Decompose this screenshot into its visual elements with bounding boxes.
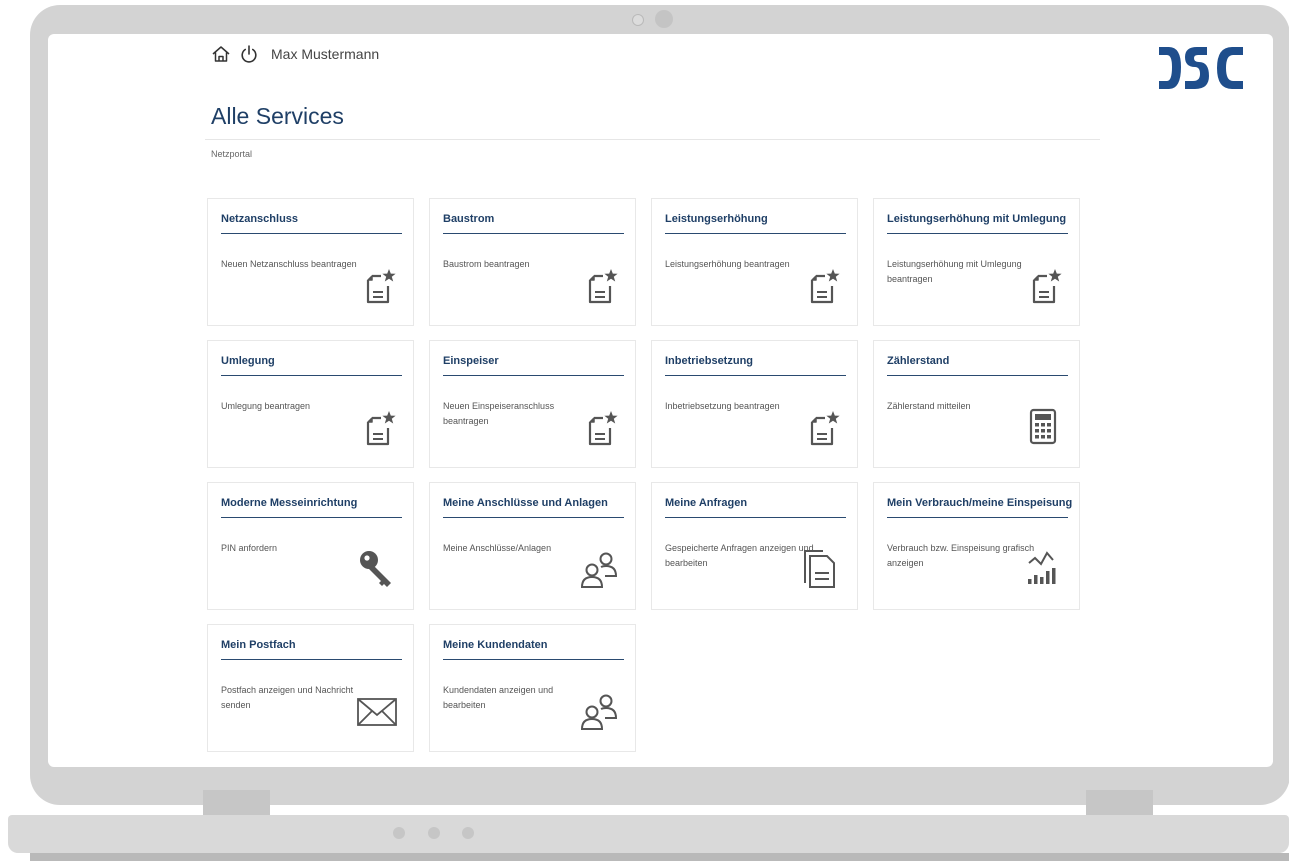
service-tile-mein-postfach[interactable]: Mein Postfach Postfach anzeigen und Nach…	[207, 624, 414, 752]
users-icon	[577, 547, 621, 591]
tile-description: Zählerstand mitteilen	[887, 401, 971, 411]
tile-description: Leistungserhöhung beantragen	[665, 259, 790, 269]
chart-icon	[1021, 547, 1065, 591]
tile-divider	[887, 233, 1068, 234]
tile-divider	[221, 659, 402, 660]
laptop-hinge-left	[203, 790, 270, 816]
laptop-hinge-right	[1086, 790, 1153, 816]
title-divider	[205, 139, 1100, 140]
tile-description: Postfach anzeigen und Nachricht senden	[221, 685, 354, 710]
brand-logo	[1159, 46, 1243, 95]
tile-description: Inbetriebsetzung beantragen	[665, 401, 780, 411]
service-tile-baustrom[interactable]: Baustrom Baustrom beantragen	[429, 198, 636, 326]
tile-divider	[665, 375, 846, 376]
tile-divider	[887, 375, 1068, 376]
breadcrumb[interactable]: Netzportal	[211, 149, 252, 159]
tile-title: Meine Kundendaten	[443, 639, 548, 651]
tile-description: Umlegung beantragen	[221, 401, 311, 411]
document-star-icon	[355, 405, 399, 449]
service-tile-umlegung[interactable]: Umlegung Umlegung beantragen	[207, 340, 414, 468]
document-star-icon	[799, 405, 843, 449]
portal-screen: Max Mustermann Alle Services Netzportal …	[48, 34, 1273, 767]
tile-title: Meine Anfragen	[665, 497, 748, 509]
laptop-base-shadow	[30, 853, 1289, 861]
service-tile-zaehlerstand[interactable]: Zählerstand Zählerstand mitteilen	[873, 340, 1080, 468]
tile-title: Moderne Messeinrichtung	[221, 497, 358, 509]
tile-title: Baustrom	[443, 213, 495, 225]
tile-description: Neuen Einspeiseranschluss beantragen	[443, 401, 555, 426]
home-icon[interactable]	[211, 44, 231, 64]
laptop-base	[8, 815, 1289, 853]
tile-title: Umlegung	[221, 355, 275, 367]
tile-title: Leistungserhöhung mit Umlegung	[887, 213, 1067, 225]
service-tile-einspeiser[interactable]: Einspeiser Neuen Einspeiseranschluss bea…	[429, 340, 636, 468]
service-tile-meine-anschluesse[interactable]: Meine Anschlüsse und Anlagen Meine Ansch…	[429, 482, 636, 610]
tile-divider	[665, 233, 846, 234]
tile-description: Leistungserhöhung mit Umlegung beantrage…	[887, 259, 1022, 284]
tile-description: Verbrauch bzw. Einspeisung grafisch anze…	[887, 543, 1035, 568]
tile-title: Mein Verbrauch/meine Einspeisung	[887, 497, 1073, 509]
tile-divider	[443, 517, 624, 518]
users-icon	[577, 689, 621, 733]
tile-title: Mein Postfach	[221, 639, 296, 651]
service-tile-moderne-messeinrichtung[interactable]: Moderne Messeinrichtung PIN anfordern	[207, 482, 414, 610]
tile-divider	[221, 375, 402, 376]
service-tile-leistungserhoehung[interactable]: Leistungserhöhung Leistungserhöhung bean…	[651, 198, 858, 326]
tile-divider	[887, 517, 1068, 518]
envelope-icon	[355, 689, 399, 733]
tile-divider	[665, 517, 846, 518]
tile-title: Netzanschluss	[221, 213, 299, 225]
power-icon[interactable]	[239, 44, 259, 64]
service-tile-leistungserhoehung-umlegung[interactable]: Leistungserhöhung mit Umlegung Leistungs…	[873, 198, 1080, 326]
camera	[655, 10, 673, 28]
tile-divider	[221, 233, 402, 234]
camera-sensor	[632, 14, 644, 26]
document-star-icon	[577, 405, 621, 449]
user-name[interactable]: Max Mustermann	[271, 46, 379, 62]
service-tile-meine-anfragen[interactable]: Meine Anfragen Gespeicherte Anfragen anz…	[651, 482, 858, 610]
calculator-icon	[1021, 405, 1065, 449]
top-bar: Max Mustermann	[211, 44, 379, 64]
service-tile-meine-kundendaten[interactable]: Meine Kundendaten Kundendaten anzeigen u…	[429, 624, 636, 752]
document-star-icon	[355, 263, 399, 307]
key-icon	[355, 547, 399, 591]
tile-title: Inbetriebsetzung	[665, 355, 754, 367]
base-dot	[393, 827, 405, 839]
service-tile-netzanschluss[interactable]: Netzanschluss Neuen Netzanschluss beantr…	[207, 198, 414, 326]
document-star-icon	[577, 263, 621, 307]
tile-description: PIN anfordern	[221, 543, 278, 553]
document-star-icon	[1021, 263, 1065, 307]
page-title: Alle Services	[211, 103, 344, 129]
base-dot	[462, 827, 474, 839]
tile-description: Neuen Netzanschluss beantragen	[221, 259, 357, 269]
tile-description: Gespeicherte Anfragen anzeigen und bearb…	[665, 543, 814, 568]
tile-divider	[443, 659, 624, 660]
tile-divider	[443, 375, 624, 376]
service-tile-mein-verbrauch[interactable]: Mein Verbrauch/meine Einspeisung Verbrau…	[873, 482, 1080, 610]
tile-description: Kundendaten anzeigen und bearbeiten	[443, 685, 554, 710]
tile-title: Zählerstand	[887, 355, 950, 367]
service-tile-inbetriebsetzung[interactable]: Inbetriebsetzung Inbetriebsetzung beantr…	[651, 340, 858, 468]
document-star-icon	[799, 263, 843, 307]
tile-title: Meine Anschlüsse und Anlagen	[443, 497, 608, 509]
tile-title: Leistungserhöhung	[665, 213, 768, 225]
tile-description: Meine Anschlüsse/Anlagen	[443, 543, 552, 553]
tile-divider	[221, 517, 402, 518]
documents-icon	[799, 547, 843, 591]
tile-title: Einspeiser	[443, 355, 499, 367]
tile-description: Baustrom beantragen	[443, 259, 530, 269]
base-dot	[428, 827, 440, 839]
tile-divider	[443, 233, 624, 234]
